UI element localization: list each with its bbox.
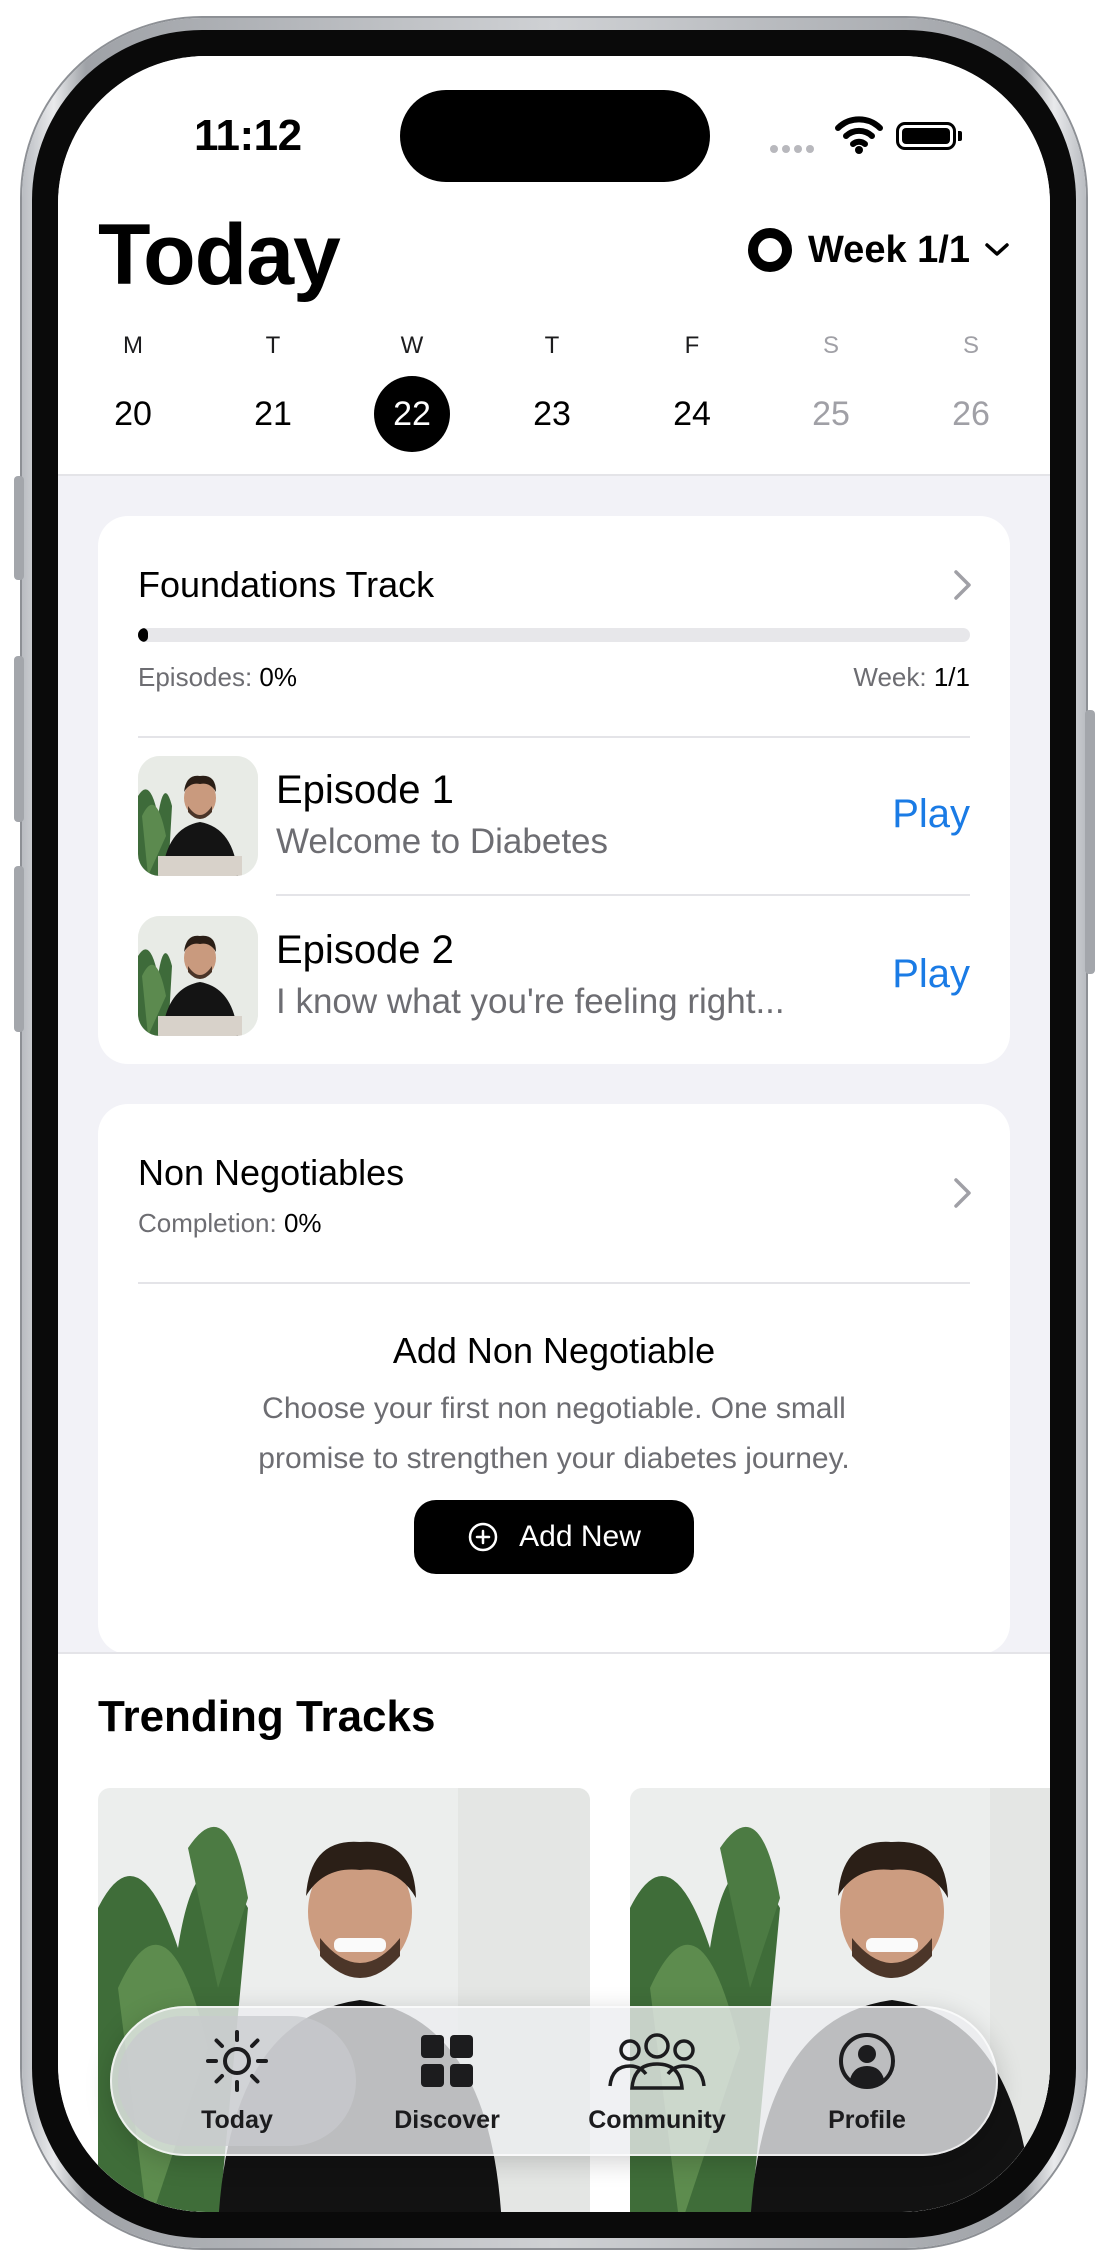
completion-progress: Completion: 0% [138, 1208, 322, 1239]
completion-value: 0% [283, 1208, 322, 1238]
battery-icon [896, 122, 956, 150]
episode-thumbnail [138, 756, 258, 876]
day-sunday[interactable]: S 26 [921, 332, 1021, 452]
episode-title: Episode 2 [276, 928, 454, 972]
episodes-label: Episodes: [138, 662, 253, 692]
episode-subtitle: I know what you're feeling right... [276, 982, 785, 1021]
chevron-right-icon[interactable] [952, 568, 974, 602]
day-letter: S [822, 332, 839, 359]
person-circle-icon [839, 2033, 895, 2089]
tab-community[interactable]: Community [552, 2006, 762, 2156]
day-thursday[interactable]: T 23 [502, 332, 602, 452]
day-number: 22 [374, 376, 450, 452]
empty-state-description: Choose your first non negotiable. One sm… [198, 1384, 910, 1484]
empty-state-line: promise to strengthen your diabetes jour… [258, 1442, 850, 1475]
day-friday[interactable]: F 24 [642, 332, 742, 452]
tab-label: Today [201, 2106, 273, 2134]
episode-subtitle: Welcome to Diabetes [276, 822, 609, 861]
trending-tracks-title: Trending Tracks [98, 1692, 436, 1741]
dynamic-island [400, 90, 710, 182]
section-divider [58, 1652, 1050, 1654]
add-new-button[interactable]: Add New [414, 1500, 694, 1574]
track-progress-fill [138, 628, 148, 642]
divider [276, 894, 970, 896]
day-letter: T [544, 332, 560, 359]
tab-discover[interactable]: Discover [342, 2006, 552, 2156]
day-number: 25 [812, 395, 850, 433]
page-title: Today [98, 207, 341, 303]
day-tuesday[interactable]: T 21 [223, 332, 323, 452]
completion-label: Completion: [138, 1208, 277, 1238]
divider [138, 1282, 970, 1284]
people-icon [608, 2033, 706, 2090]
sun-icon [206, 2030, 268, 2092]
day-saturday[interactable]: S 25 [781, 332, 881, 452]
add-new-label: Add New [519, 1520, 641, 1553]
volume-up-button [14, 656, 24, 822]
non-negotiables-header[interactable]: Non Negotiables Completion: 0% [98, 1104, 1010, 1284]
mute-switch [14, 476, 24, 580]
episodes-progress: Episodes: 0% [138, 662, 297, 693]
volume-down-button [14, 866, 24, 1032]
week-selector[interactable]: Week 1/1 [748, 228, 1010, 272]
tab-label: Discover [394, 2106, 500, 2134]
day-number: 26 [952, 395, 990, 433]
foundations-track-title[interactable]: Foundations Track [138, 564, 434, 606]
tab-today[interactable]: Today [132, 2006, 342, 2156]
divider [138, 736, 970, 738]
track-progress-bar [138, 628, 970, 642]
day-number: 21 [254, 395, 292, 433]
empty-state-title: Add Non Negotiable [392, 1330, 716, 1371]
week-progress-ring-icon [748, 228, 792, 272]
episode-row[interactable]: Episode 2 I know what you're feeling rig… [138, 916, 970, 1036]
grid-icon [421, 2035, 473, 2087]
day-monday[interactable]: M 20 [83, 332, 183, 452]
day-letter: F [684, 332, 700, 359]
tab-label: Community [588, 2106, 726, 2134]
non-negotiables-title: Non Negotiables [138, 1152, 405, 1193]
episode-row[interactable]: Episode 1 Welcome to Diabetes Play [138, 756, 970, 876]
episode-title: Episode 1 [276, 768, 454, 812]
day-number: 24 [673, 395, 711, 433]
non-negotiables-card: Non Negotiables Completion: 0% Add Non N… [98, 1104, 1010, 1654]
app-screen: 11:12 Today Week 1/1 M 20 T 21 W 22 T 23… [58, 56, 1050, 2212]
tab-label: Profile [828, 2106, 906, 2134]
battery-tip [958, 131, 962, 141]
episode-thumbnail [138, 916, 258, 1036]
wifi-icon [835, 116, 883, 154]
week-selector-label: Week 1/1 [808, 228, 970, 271]
tab-profile[interactable]: Profile [762, 2006, 972, 2156]
tab-bar: Today Discover Community Profile [110, 2006, 998, 2156]
day-letter: S [962, 332, 979, 359]
chevron-down-icon [985, 243, 1009, 256]
day-number: 20 [114, 395, 152, 433]
week-progress: Week: 1/1 [853, 662, 970, 693]
play-button[interactable]: Play [892, 952, 970, 997]
power-button [1085, 710, 1095, 974]
week-label: Week: [853, 662, 927, 692]
episodes-value: 0% [259, 662, 297, 692]
day-letter: W [400, 332, 424, 359]
empty-state-line: Choose your first non negotiable. One sm… [262, 1392, 846, 1425]
play-button[interactable]: Play [892, 792, 970, 837]
week-value: 1/1 [933, 662, 970, 692]
day-letter: M [123, 332, 143, 359]
day-wednesday-selected[interactable]: W 22 [362, 332, 462, 452]
plus-circle-icon [468, 1522, 498, 1552]
cellular-signal-icon [770, 140, 818, 158]
status-time: 11:12 [194, 111, 302, 160]
chevron-right-icon [954, 1178, 971, 1208]
foundations-track-card: Foundations Track Episodes: 0% Week: 1/1 [98, 516, 1010, 1064]
day-number: 23 [533, 395, 571, 433]
day-letter: T [265, 332, 281, 359]
